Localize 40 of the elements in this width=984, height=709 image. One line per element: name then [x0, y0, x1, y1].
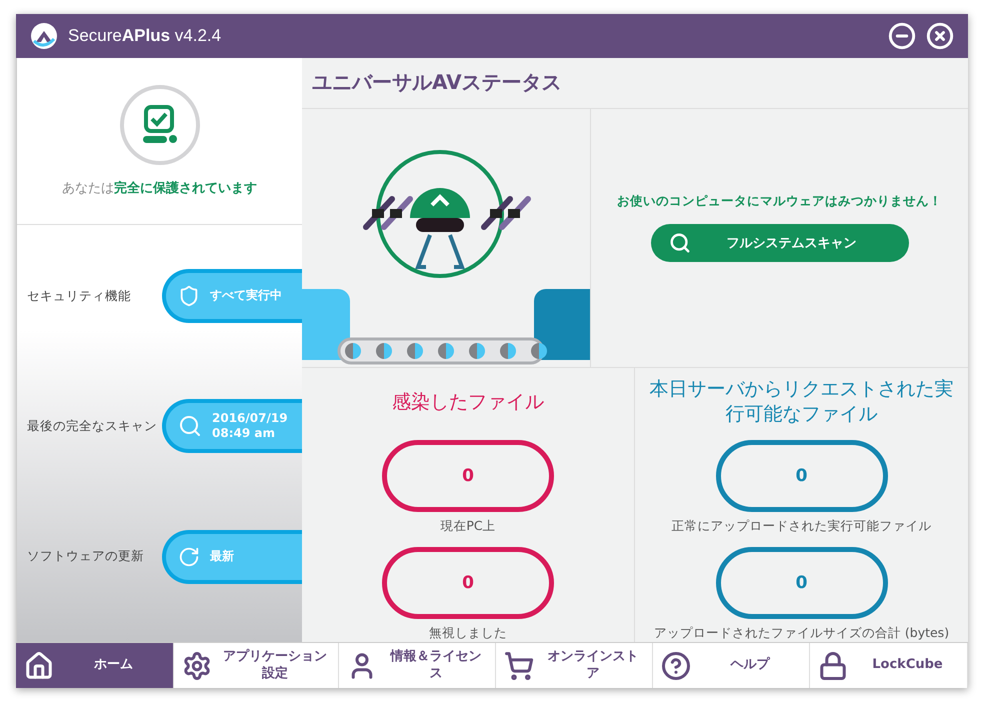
counter-display: 0: [716, 440, 888, 512]
lock-icon: [818, 650, 848, 680]
status-value: 最新: [210, 549, 235, 565]
protection-status: あなたは完全に保護されています: [62, 180, 257, 197]
search-icon: [178, 414, 202, 438]
counter-display: 0: [382, 547, 554, 619]
home-icon: [24, 650, 54, 680]
shield-icon: [178, 285, 200, 308]
counter-caption: 現在PC上: [440, 518, 496, 535]
counter-display: 0: [382, 440, 554, 512]
feature-label: 最後の完全なスキャン: [27, 418, 157, 435]
monitor-check-icon: [140, 105, 178, 145]
counter-caption: 正常にアップロードされた実行可能ファイル: [672, 518, 932, 535]
help-icon: [661, 650, 691, 680]
status-value: すべて実行中: [210, 288, 283, 304]
stats-title: 本日サーバからリクエストされた実行可能なファイル: [648, 377, 954, 427]
feature-label: セキュリティ機能: [27, 288, 131, 305]
section-heading: ユニバーサルAVステータス: [312, 69, 562, 96]
nav-tab[interactable]: ホーム: [16, 643, 174, 688]
cart-icon: [504, 650, 534, 680]
nav-tab[interactable]: オンラインストア: [496, 643, 653, 688]
nav-tab[interactable]: アプリケーション設定: [174, 643, 339, 688]
scan-message: お使いのコンピュータにマルウェアはみつかりません！: [617, 193, 942, 210]
counter-caption: アップロードされたファイルサイズの合計 (bytes): [654, 625, 950, 642]
nav-tab[interactable]: 情報＆ライセンス: [339, 643, 496, 688]
gear-icon: [182, 650, 212, 680]
logo-icon: [30, 22, 58, 50]
status-value: 2016/07/19 08:49 am: [212, 410, 289, 442]
nav-tab[interactable]: LockCube: [810, 643, 968, 688]
counter-display: 0: [716, 547, 888, 619]
refresh-icon: [178, 546, 200, 568]
search-icon: [668, 232, 690, 254]
minimize-icon[interactable]: [888, 22, 916, 50]
close-icon[interactable]: [926, 22, 954, 50]
full-scan-button[interactable]: フルシステムスキャン: [650, 224, 908, 262]
counter-caption: 無視しました: [429, 625, 507, 642]
stats-title: 感染したファイル: [391, 390, 545, 415]
window-title: SecureAPlus v4.2.4: [68, 26, 222, 46]
feature-label: ソフトウェアの更新: [27, 548, 144, 566]
nav-tab[interactable]: ヘルプ: [653, 643, 810, 688]
